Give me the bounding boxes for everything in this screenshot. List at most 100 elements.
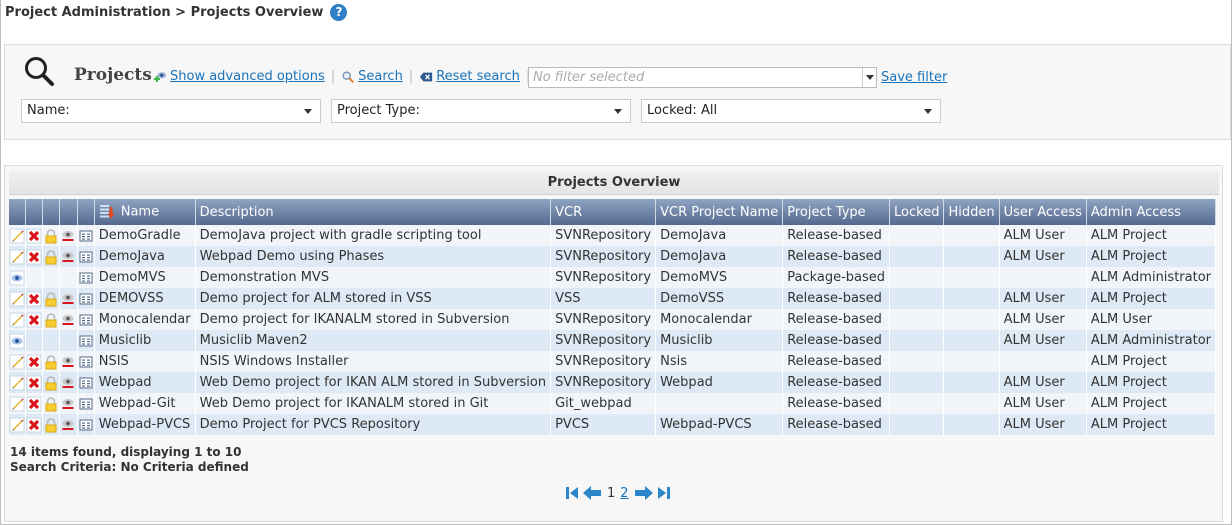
last-page-icon[interactable]	[656, 485, 672, 501]
details-icon[interactable]	[78, 396, 94, 411]
help-icon[interactable]: ?	[330, 4, 348, 21]
hide-action-cell[interactable]	[59, 393, 78, 414]
save-filter-link[interactable]: Save filter	[881, 70, 947, 85]
pencil-icon[interactable]	[9, 249, 25, 264]
hide-eye-icon[interactable]	[60, 228, 76, 243]
details-action-cell[interactable]	[77, 225, 95, 246]
hide-action-cell[interactable]	[59, 225, 78, 246]
pencil-icon[interactable]	[9, 228, 25, 243]
details-action-cell[interactable]	[77, 246, 95, 267]
lock-action-cell[interactable]	[42, 288, 61, 309]
details-action-cell[interactable]	[77, 267, 95, 288]
edit-action-cell[interactable]	[9, 393, 27, 414]
column-header-name[interactable]: Name	[94, 199, 196, 225]
edit-action-cell[interactable]	[9, 246, 27, 267]
sort-descending-icon[interactable]	[99, 204, 115, 220]
project-name-cell[interactable]: Webpad	[94, 372, 196, 393]
edit-action-cell[interactable]	[9, 288, 27, 309]
column-header-vcr[interactable]: VCR	[550, 199, 657, 225]
hide-eye-icon[interactable]	[60, 249, 76, 264]
view-eye-icon[interactable]	[9, 270, 25, 285]
project-name-cell[interactable]: Webpad-Git	[94, 393, 196, 414]
details-icon[interactable]	[78, 354, 94, 369]
delete-action-cell[interactable]	[25, 351, 44, 372]
hide-eye-icon[interactable]	[60, 396, 76, 411]
details-action-cell[interactable]	[77, 414, 95, 435]
hide-action-cell[interactable]	[59, 309, 78, 330]
pencil-icon[interactable]	[9, 396, 25, 411]
view-eye-icon[interactable]	[9, 333, 25, 348]
delete-action-cell[interactable]	[25, 246, 44, 267]
project-name-cell[interactable]: DemoMVS	[94, 267, 196, 288]
details-action-cell[interactable]	[77, 330, 95, 351]
delete-x-icon[interactable]	[26, 228, 42, 243]
project-name-cell[interactable]: NSIS	[94, 351, 196, 372]
delete-action-cell[interactable]	[25, 309, 44, 330]
previous-page-icon[interactable]	[582, 485, 602, 501]
delete-x-icon[interactable]	[26, 375, 42, 390]
locked-dropdown[interactable]: Locked: All	[641, 99, 941, 123]
edit-action-cell[interactable]	[9, 351, 27, 372]
lock-icon[interactable]	[43, 312, 59, 327]
project-name-cell[interactable]: Webpad-PVCS	[94, 414, 196, 435]
lock-icon[interactable]	[43, 354, 59, 369]
details-icon[interactable]	[78, 375, 94, 390]
lock-action-cell[interactable]	[42, 414, 61, 435]
delete-x-icon[interactable]	[26, 417, 42, 432]
lock-icon[interactable]	[43, 417, 59, 432]
saved-filter-select[interactable]: No filter selected	[528, 67, 877, 88]
delete-action-cell[interactable]	[25, 288, 44, 309]
details-icon[interactable]	[78, 417, 94, 432]
details-icon[interactable]	[78, 333, 94, 348]
name-dropdown[interactable]: Name:	[21, 99, 321, 123]
project-type-dropdown[interactable]: Project Type:	[331, 99, 631, 123]
page-link-2[interactable]: 2	[620, 486, 628, 501]
column-header-hidden[interactable]: Hidden	[943, 199, 1000, 225]
hide-eye-icon[interactable]	[60, 417, 76, 432]
column-header-vcr-project-name[interactable]: VCR Project Name	[655, 199, 784, 225]
lock-action-cell[interactable]	[42, 372, 61, 393]
column-header-description[interactable]: Description	[195, 199, 552, 225]
delete-action-cell[interactable]	[25, 414, 44, 435]
details-action-cell[interactable]	[77, 372, 95, 393]
column-header-locked[interactable]: Locked	[889, 199, 945, 225]
details-icon[interactable]	[78, 270, 94, 285]
column-header-user-access[interactable]: User Access	[999, 199, 1087, 225]
hide-action-cell[interactable]	[59, 351, 78, 372]
edit-action-cell[interactable]	[9, 225, 27, 246]
next-page-icon[interactable]	[634, 485, 654, 501]
lock-action-cell[interactable]	[42, 225, 61, 246]
edit-action-cell[interactable]	[9, 372, 27, 393]
hide-eye-icon[interactable]	[60, 291, 76, 306]
lock-action-cell[interactable]	[42, 309, 61, 330]
lock-icon[interactable]	[43, 249, 59, 264]
project-name-cell[interactable]: DemoGradle	[94, 225, 196, 246]
delete-x-icon[interactable]	[26, 312, 42, 327]
view-action-cell[interactable]	[9, 267, 27, 288]
delete-x-icon[interactable]	[26, 249, 42, 264]
project-name-cell[interactable]: Musiclib	[94, 330, 196, 351]
delete-x-icon[interactable]	[26, 291, 42, 306]
delete-action-cell[interactable]	[25, 225, 44, 246]
hide-action-cell[interactable]	[59, 246, 78, 267]
delete-action-cell[interactable]	[25, 393, 44, 414]
hide-eye-icon[interactable]	[60, 312, 76, 327]
details-icon[interactable]	[78, 312, 94, 327]
delete-x-icon[interactable]	[26, 354, 42, 369]
details-icon[interactable]	[78, 291, 94, 306]
hide-eye-icon[interactable]	[60, 354, 76, 369]
chevron-down-icon[interactable]	[862, 68, 876, 87]
pencil-icon[interactable]	[9, 291, 25, 306]
column-header-project-type[interactable]: Project Type	[782, 199, 891, 225]
first-page-icon[interactable]	[564, 485, 580, 501]
hide-action-cell[interactable]	[59, 414, 78, 435]
details-icon[interactable]	[78, 249, 94, 264]
lock-icon[interactable]	[43, 396, 59, 411]
pencil-icon[interactable]	[9, 312, 25, 327]
search-link[interactable]: Search	[341, 69, 403, 84]
view-action-cell[interactable]	[9, 330, 27, 351]
project-name-cell[interactable]: DemoJava	[94, 246, 196, 267]
hide-action-cell[interactable]	[59, 288, 78, 309]
delete-action-cell[interactable]	[25, 372, 44, 393]
project-name-cell[interactable]: Monocalendar	[94, 309, 196, 330]
